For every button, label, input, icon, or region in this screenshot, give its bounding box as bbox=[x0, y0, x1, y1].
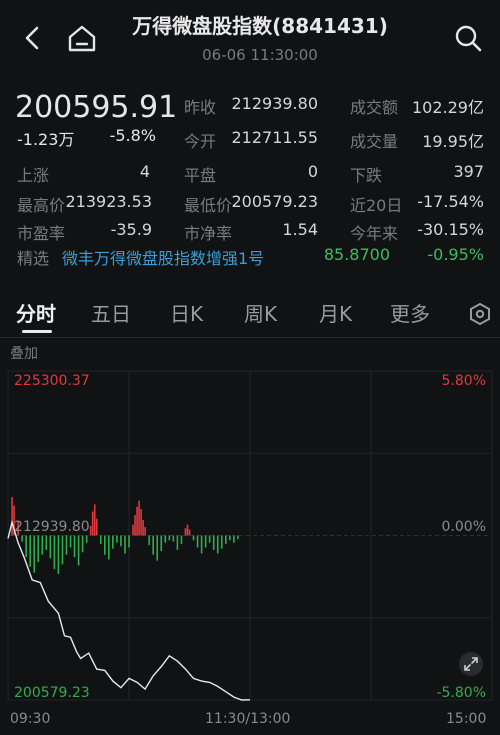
featured-fund-link[interactable]: 微丰万得微盘股指数增强1号 bbox=[62, 245, 264, 269]
intraday-chart[interactable]: 225300.37 5.80% 212939.80 0.00% 200579.2… bbox=[0, 368, 500, 708]
stat-label-low: 最低价 bbox=[184, 196, 233, 215]
stat-label-pb: 市净率 bbox=[184, 224, 233, 243]
top-bar: 万得微盘股指数(8841431) 06-06 11:30:00 bbox=[0, 0, 500, 78]
overlay-toggle[interactable]: 叠加 bbox=[10, 343, 38, 363]
search-icon bbox=[455, 25, 482, 52]
stat-value-decliners: 397 bbox=[453, 162, 484, 181]
tab-intraday[interactable]: 分时 bbox=[16, 298, 56, 327]
tab-more[interactable]: 更多 bbox=[390, 298, 430, 327]
stat-value-open: 212711.55 bbox=[231, 128, 318, 147]
back-button[interactable] bbox=[14, 20, 50, 56]
stat-value-volume: 19.95亿 bbox=[422, 132, 484, 151]
chevron-left-icon bbox=[25, 26, 39, 50]
stat-label-turnover: 成交额 bbox=[350, 98, 399, 117]
current-price: 200595.91 bbox=[15, 90, 178, 125]
featured-fund-change: -0.95% bbox=[427, 245, 484, 264]
stat-value-high: 213923.53 bbox=[65, 192, 152, 211]
home-icon bbox=[68, 25, 96, 52]
stat-label-high: 最高价 bbox=[17, 196, 66, 215]
expand-icon bbox=[459, 652, 483, 676]
y-label-mid-pct: 0.00% bbox=[441, 519, 486, 535]
x-label-open: 09:30 bbox=[10, 711, 51, 727]
tab-weekly-k[interactable]: 周K bbox=[244, 298, 277, 327]
tab-monthly-k[interactable]: 月K bbox=[319, 298, 352, 327]
fullscreen-button[interactable] bbox=[458, 651, 484, 677]
quote-datetime: 06-06 11:30:00 bbox=[202, 46, 318, 64]
stat-label-ytd: 今年来 bbox=[350, 224, 399, 243]
y-label-top-price: 225300.37 bbox=[14, 373, 90, 389]
change-percent: -5.8% bbox=[109, 126, 156, 145]
x-label-midday: 11:30/13:00 bbox=[205, 711, 291, 727]
featured-fund-row[interactable]: 精选 微丰万得微盘股指数增强1号 85.8700 -0.95% bbox=[0, 245, 500, 269]
stat-value-20d: -17.54% bbox=[417, 192, 484, 211]
y-label-bottom-price: 200579.23 bbox=[14, 685, 90, 701]
stat-value-advancers: 4 bbox=[139, 162, 150, 181]
search-button[interactable] bbox=[450, 20, 486, 56]
home-button[interactable] bbox=[64, 20, 100, 56]
chart-settings-button[interactable] bbox=[466, 300, 494, 328]
tab-daily-k[interactable]: 日K bbox=[170, 298, 203, 327]
stat-value-unchanged: 0 bbox=[307, 162, 318, 181]
stat-label-advancers: 上涨 bbox=[17, 166, 50, 185]
chart-period-tabs: 分时 五日 日K 周K 月K 更多 bbox=[0, 290, 500, 338]
y-label-top-pct: 5.80% bbox=[441, 373, 486, 389]
stat-value-prev-close: 212939.80 bbox=[231, 94, 318, 113]
y-label-mid-price: 212939.80 bbox=[14, 519, 90, 535]
stat-value-low: 200579.23 bbox=[231, 192, 318, 211]
stat-label-decliners: 下跌 bbox=[350, 166, 383, 185]
change-amount: -1.23万 bbox=[17, 130, 75, 149]
featured-fund-value: 85.8700 bbox=[323, 245, 390, 264]
stat-label-unchanged: 平盘 bbox=[184, 166, 217, 185]
page-title: 万得微盘股指数(8841431) bbox=[132, 14, 388, 38]
stat-label-prev-close: 昨收 bbox=[184, 98, 217, 117]
stat-value-pe: -35.9 bbox=[110, 220, 152, 239]
settings-hexagon-icon bbox=[470, 302, 490, 326]
intraday-chart-svg bbox=[7, 370, 493, 701]
x-label-close: 15:00 bbox=[446, 711, 487, 727]
featured-label: 精选 bbox=[17, 249, 50, 268]
stat-label-volume: 成交量 bbox=[350, 132, 399, 151]
stat-value-pb: 1.54 bbox=[282, 220, 318, 239]
stat-label-pe: 市盈率 bbox=[17, 224, 66, 243]
stat-value-ytd: -30.15% bbox=[417, 220, 484, 239]
y-label-bottom-pct: -5.80% bbox=[436, 685, 486, 701]
stat-value-turnover: 102.29亿 bbox=[412, 98, 484, 117]
stat-label-open: 今开 bbox=[184, 132, 217, 151]
active-tab-indicator bbox=[22, 330, 52, 333]
stat-label-20d: 近20日 bbox=[350, 196, 403, 215]
tab-five-day[interactable]: 五日 bbox=[91, 298, 131, 327]
